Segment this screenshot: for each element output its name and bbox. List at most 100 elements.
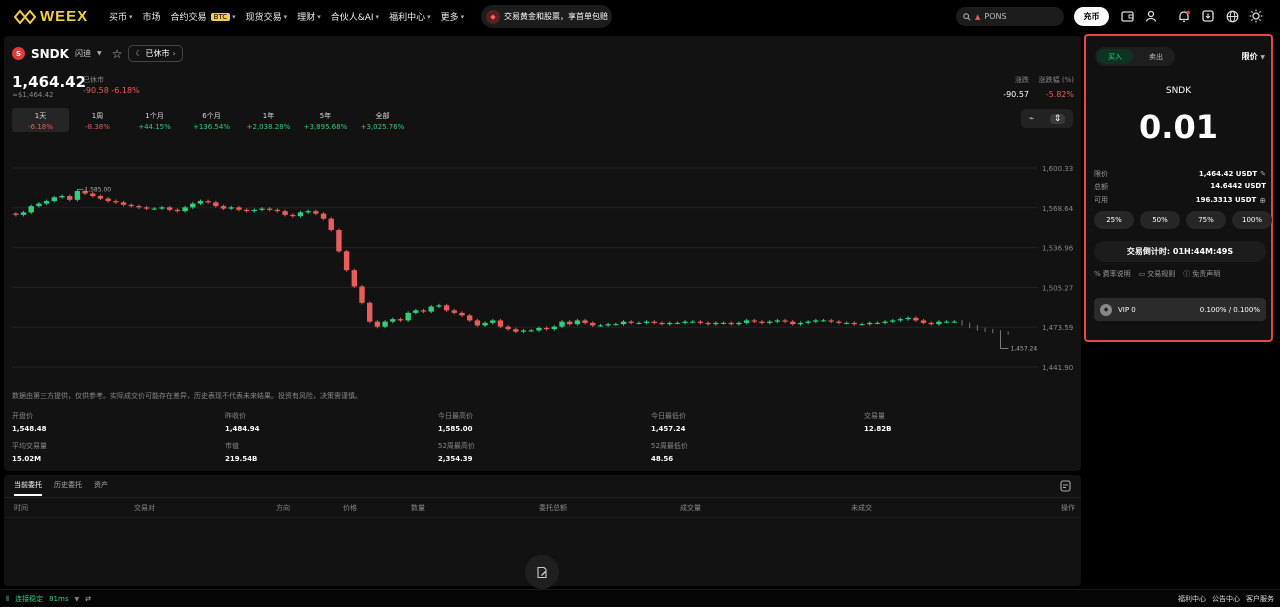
period-6[interactable]: 全部 +3,025.76%: [354, 108, 411, 132]
y-tick-label: 1,600.33: [1042, 165, 1073, 173]
market-status-label: 已休市: [145, 49, 170, 58]
candle-body: [867, 322, 873, 325]
globe-icon[interactable]: [1225, 9, 1239, 23]
nav-item-1[interactable]: 市场: [143, 10, 161, 23]
candle-chart-icon[interactable]: ⇕: [1049, 113, 1066, 124]
candle-body: [128, 204, 134, 207]
logo[interactable]: WEEX: [14, 8, 88, 25]
candle-body: [505, 326, 511, 330]
stat-5: 平均交易量 15.02M: [12, 441, 47, 463]
total-row: 总额 14.6442 USDT: [1094, 182, 1266, 192]
nav-item-0[interactable]: 买币 ▾: [109, 10, 133, 24]
candle-body: [282, 211, 288, 215]
stat-label: 52周最高价: [438, 442, 475, 450]
nav-item-3[interactable]: 现货交易 ▾: [246, 10, 288, 24]
percent-button-0[interactable]: 25%: [1094, 211, 1134, 229]
nav-item-6[interactable]: 福利中心 ▾: [389, 10, 431, 24]
fee-link[interactable]: % 费率说明: [1094, 269, 1131, 279]
stat-value: 1,457.24: [651, 425, 686, 433]
percent-icon: %: [1094, 270, 1101, 278]
stat-value: 2,354.39: [438, 455, 473, 463]
sell-tab[interactable]: 卖出: [1139, 49, 1173, 64]
period-2[interactable]: 1个月 +44.15%: [126, 108, 183, 132]
disclaimer-link[interactable]: ⓘ 免责声明: [1183, 269, 1220, 279]
price-chart[interactable]: 1,600.33 1,568.64 1,536.96 1,505.27 1,473.59…: [4, 156, 1081, 378]
period-name: 1周: [91, 112, 104, 120]
period-change: +136.54%: [192, 123, 230, 131]
candle-body: [405, 312, 411, 321]
footer-support-link[interactable]: 客户服务: [1246, 594, 1274, 604]
percent-button-2[interactable]: 75%: [1186, 211, 1226, 229]
nav-item-label: 市场: [142, 13, 161, 23]
footer-announcements-link[interactable]: 公告中心: [1212, 594, 1240, 604]
available-value: 196.3313 USDT: [1195, 196, 1257, 204]
deposit-button[interactable]: 充币: [1074, 7, 1109, 26]
orders-tab-0[interactable]: 当前委托: [14, 480, 42, 496]
change-label: 涨跌: [1015, 76, 1029, 84]
candle-body: [851, 322, 857, 325]
candle-body: [520, 330, 527, 332]
period-name: 6个月: [202, 112, 221, 120]
promo-text: 交易黄金和股票，享首单包赔: [504, 12, 608, 21]
period-3[interactable]: 6个月 +136.54%: [183, 108, 240, 132]
candle-body: [313, 211, 319, 214]
candle-body: [243, 209, 250, 212]
vip-fee-bar[interactable]: ◆ VIP 0 0.100% / 0.100%: [1094, 298, 1266, 321]
chevron-down-icon[interactable]: ▼: [74, 596, 79, 603]
empty-state-icon: [525, 555, 559, 589]
bell-icon[interactable]: [1177, 9, 1191, 23]
nav-item-7[interactable]: 更多 ▾: [440, 10, 465, 24]
orders-tab-2[interactable]: 资产: [94, 480, 108, 496]
buy-tab[interactable]: 买入: [1097, 49, 1133, 64]
download-icon[interactable]: [1201, 9, 1215, 23]
candle-body: [528, 330, 534, 332]
candle-body: [67, 196, 73, 200]
period-4[interactable]: 1年 +2,038.28%: [240, 108, 297, 132]
edit-icon[interactable]: ✎: [1260, 170, 1266, 178]
rules-link[interactable]: ▭ 交易规则: [1139, 269, 1176, 279]
candle-body: [336, 229, 342, 252]
quantity-input[interactable]: 0.01: [1086, 108, 1271, 146]
candle-body: [420, 310, 427, 312]
candle-body: [443, 305, 450, 311]
candle-body: [20, 212, 27, 215]
period-5[interactable]: 5年 +3,895.68%: [297, 108, 354, 132]
order-type-select[interactable]: 限价 ▼: [1242, 51, 1265, 62]
market-status-button[interactable]: ☾ 已休市 ›: [128, 45, 183, 62]
candle-body: [513, 329, 519, 332]
percent-button-1[interactable]: 50%: [1140, 211, 1180, 229]
order-record-icon[interactable]: [1060, 480, 1071, 495]
nav-item-4[interactable]: 理财 ▾: [297, 10, 321, 24]
percent-button-3[interactable]: 100%: [1232, 211, 1272, 229]
nav-item-2[interactable]: 合约交易 BTC ▾: [171, 10, 236, 23]
promo-banner[interactable]: ◆ 交易黄金和股票，享首单包赔: [481, 5, 612, 28]
candle-body: [643, 321, 650, 323]
nav-item-label: 更多: [440, 13, 459, 23]
candle-body: [451, 310, 457, 313]
candle-body: [551, 326, 557, 330]
search-box[interactable]: ▲ PONS: [956, 7, 1064, 26]
chevron-down-icon[interactable]: ▼: [97, 50, 102, 57]
candle-body: [428, 306, 434, 312]
star-icon[interactable]: ☆: [112, 47, 123, 61]
orders-tab-1[interactable]: 历史委托: [54, 480, 82, 496]
candle-body: [59, 196, 65, 198]
latency: 81ms: [49, 595, 69, 603]
candle-body: [197, 201, 204, 204]
add-funds-icon[interactable]: ⊕: [1259, 196, 1266, 205]
period-0[interactable]: 1天 -6.18%: [12, 108, 69, 132]
sun-icon[interactable]: [1249, 9, 1263, 23]
order-type-label: 限价: [1241, 52, 1258, 61]
candle-body: [705, 322, 711, 325]
user-icon[interactable]: [1144, 9, 1158, 23]
settings-sliders-icon[interactable]: ⇄: [85, 595, 91, 603]
candle-body: [136, 206, 142, 208]
wallet-icon[interactable]: [1120, 9, 1134, 23]
footer-welfare-link[interactable]: 福利中心: [1178, 594, 1206, 604]
candle-body: [720, 322, 727, 324]
nav-item-5[interactable]: 合伙人&AI ▾: [331, 10, 379, 24]
stat-8: 52周最低价 48.56: [651, 441, 688, 463]
period-1[interactable]: 1周 -8.38%: [69, 108, 126, 132]
total-label: 总额: [1094, 183, 1108, 191]
line-chart-icon[interactable]: ⌁: [1029, 114, 1034, 124]
